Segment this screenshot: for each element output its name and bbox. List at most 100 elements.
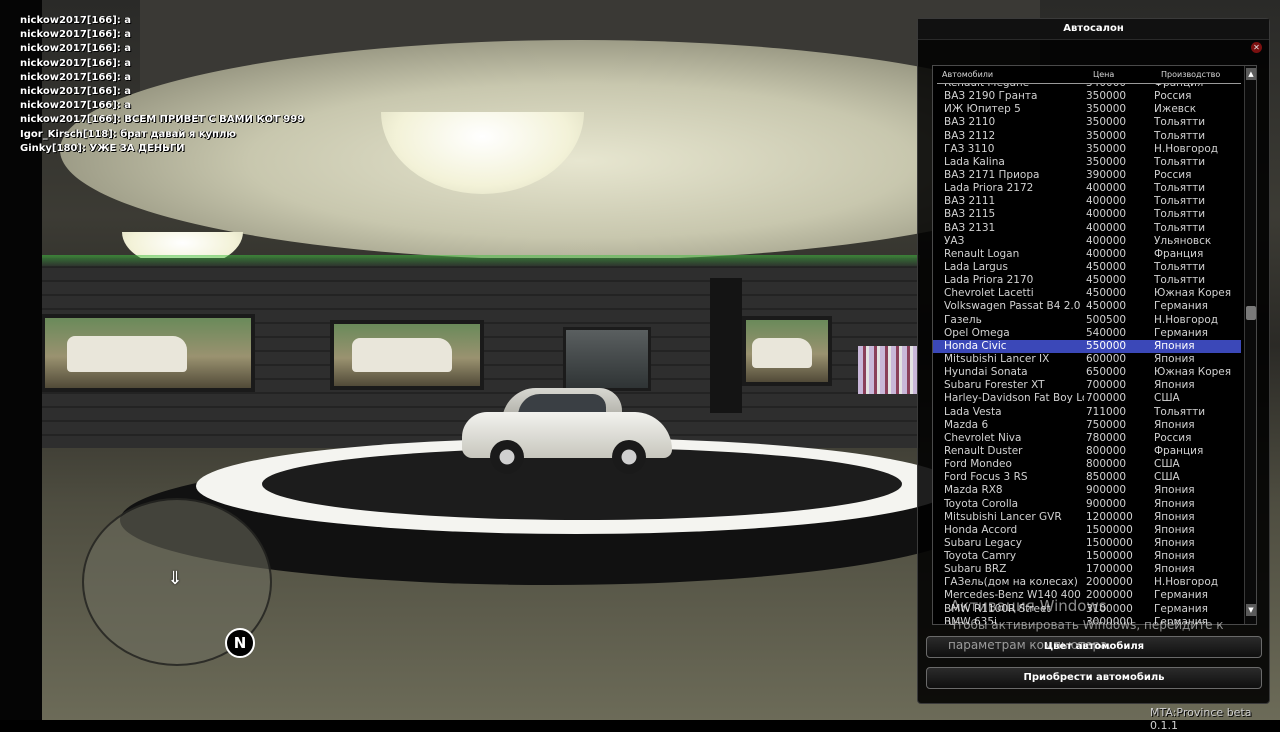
table-row[interactable]: Lada Priora 2172 400000 Тольятти [933,182,1241,195]
car-poster [330,320,484,390]
table-row[interactable]: ВАЗ 2115 400000 Тольятти [933,208,1241,221]
car-name-cell: Volkswagen Passat B4 2.0 [944,300,1081,313]
car-name-cell: Lada Largus [944,260,1008,273]
buy-car-button[interactable]: Приобрести автомобиль [926,667,1262,689]
car-made-cell: Ульяновск [1154,234,1212,247]
table-row[interactable]: Honda Civic 550000 Япония [933,339,1241,353]
car-name-cell: ВАЗ 2131 [944,221,996,234]
table-row[interactable]: Harley-Davidson Fat Boy Lo 700000 США [933,392,1241,405]
table-row[interactable]: ИЖ Юпитер 5 350000 Ижевск [933,103,1241,116]
car-price-cell: 711000 [1086,405,1127,418]
car-price-cell: 350000 [1086,116,1127,129]
car-price-cell: 1500000 [1086,550,1133,563]
table-row[interactable]: Lada Largus 450000 Тольятти [933,261,1241,274]
column-header-price[interactable]: Цена [1093,70,1114,79]
pillar [710,278,742,413]
table-row[interactable]: ВАЗ 2112 350000 Тольятти [933,130,1241,143]
table-row[interactable]: Volkswagen Passat B4 2.0 450000 Германия [933,300,1241,313]
table-row[interactable]: Opel Omega 540000 Германия [933,327,1241,340]
chat-message: Ginky[180]: УЖЕ ЗА ДЕНЬГИ [20,142,185,154]
table-row[interactable]: Chevrolet Lacetti 450000 Южная Корея [933,287,1241,300]
car-name-cell: Lada Priora 2172 [944,182,1034,195]
displayed-car [462,386,672,476]
chat-message: nickow2017[166]: a [20,29,132,41]
chat-message: nickow2017[166]: a [20,57,132,69]
car-name-cell: ВАЗ 2190 Гранта [944,90,1038,103]
scroll-thumb[interactable] [1246,306,1256,320]
chat-message: nickow2017[166]: a [20,43,132,55]
column-header-cars[interactable]: Автомобили [942,70,993,79]
table-row[interactable]: Subaru Legacy 1500000 Япония [933,537,1241,550]
table-row[interactable]: Hyundai Sonata 650000 Южная Корея [933,366,1241,379]
car-made-cell: Тольятти [1154,221,1206,234]
window-title: Автосалон [918,19,1269,40]
car-made-cell: Япония [1154,418,1195,431]
grid-header: Автомобили Цена Производство [933,66,1241,84]
table-row[interactable]: ВАЗ 2111 400000 Тольятти [933,195,1241,208]
table-row[interactable]: Mitsubishi Lancer IX 600000 Япония [933,353,1241,366]
car-name-cell: Renault Duster [944,444,1023,457]
car-price-cell: 2000000 [1086,576,1133,589]
car-name-cell: Lada Priora 2170 [944,274,1034,287]
table-row[interactable]: Subaru BRZ 1700000 Япония [933,563,1241,576]
table-row[interactable]: Ford Mondeo 800000 США [933,458,1241,471]
car-price-cell: 1500000 [1086,523,1133,536]
car-name-cell: Subaru Forester XT [944,379,1045,392]
car-made-cell: Тольятти [1154,208,1206,221]
table-row[interactable]: Toyota Corolla 900000 Япония [933,498,1241,511]
chat-message: Igor_Kirsch[118]: брат давай я куплю [20,128,237,140]
table-row[interactable]: Subaru Forester XT 700000 Япония [933,379,1241,392]
scroll-up-icon[interactable]: ▲ [1246,68,1256,80]
car-name-cell: Mazda 6 [944,418,989,431]
car-name-cell: ГАЗель(дом на колесах) [944,576,1078,589]
grid-scrollbar[interactable]: ▲ ▼ [1244,66,1256,624]
scroll-down-icon[interactable]: ▼ [1246,604,1256,616]
car-price-cell: 1500000 [1086,536,1133,549]
table-row[interactable]: Renault Logan 400000 Франция [933,248,1241,261]
car-name-cell: Chevrolet Lacetti [944,287,1034,300]
windows-activation-title: Активация Windows [950,597,1107,615]
car-name-cell: Lada Kalina [944,155,1005,168]
car-price-cell: 700000 [1086,392,1127,405]
table-row[interactable]: Ford Focus 3 RS 850000 США [933,471,1241,484]
table-row[interactable]: Mitsubishi Lancer GVR 1200000 Япония [933,511,1241,524]
table-row[interactable]: Chevrolet Niva 780000 Россия [933,432,1241,445]
table-row[interactable]: ВАЗ 2110 350000 Тольятти [933,116,1241,129]
table-row[interactable]: Газель 500500 Н.Новгород [933,314,1241,327]
table-row[interactable]: Lada Priora 2170 450000 Тольятти [933,274,1241,287]
car-price-cell: 350000 [1086,103,1127,116]
chat-message: nickow2017[166]: a [20,71,132,83]
car-price-cell: 600000 [1086,352,1127,365]
car-price-cell: 780000 [1086,431,1127,444]
table-row[interactable]: Lada Kalina 350000 Тольятти [933,156,1241,169]
table-row[interactable]: Lada Vesta 711000 Тольятти [933,406,1241,419]
car-name-cell: Subaru Legacy [944,536,1022,549]
table-row[interactable]: Honda Accord 1500000 Япония [933,524,1241,537]
car-price-cell: 450000 [1086,287,1127,300]
car-made-cell: Тольятти [1154,260,1206,273]
car-name-cell: ГАЗ 3110 [944,142,995,155]
table-row[interactable]: Mazda RX8 900000 Япония [933,484,1241,497]
car-list-grid[interactable]: Автомобили Цена Производство Renault Meg… [932,65,1257,625]
table-row[interactable]: Renault Duster 800000 Франция [933,445,1241,458]
column-header-made[interactable]: Производство [1161,70,1220,79]
table-row[interactable]: ВАЗ 2171 Приора 390000 Россия [933,169,1241,182]
car-made-cell: Н.Новгород [1154,576,1219,589]
car-name-cell: Ford Focus 3 RS [944,471,1028,484]
car-made-cell: Южная Корея [1154,287,1232,300]
car-made-cell: Южная Корея [1154,366,1232,379]
table-row[interactable]: Toyota Camry 1500000 Япония [933,550,1241,563]
car-made-cell: Япония [1154,563,1195,576]
table-row[interactable]: ВАЗ 2131 400000 Тольятти [933,222,1241,235]
car-made-cell: Франция [1154,444,1204,457]
table-row[interactable]: УАЗ 400000 Ульяновск [933,235,1241,248]
table-row[interactable]: ГАЗель(дом на колесах) 2000000 Н.Новгород [933,576,1241,589]
table-row[interactable]: Mazda 6 750000 Япония [933,419,1241,432]
car-name-cell: Opel Omega [944,326,1010,339]
car-made-cell: Тольятти [1154,274,1206,287]
car-name-cell: ВАЗ 2171 Приора [944,168,1040,181]
close-icon[interactable]: ✕ [1251,42,1262,53]
car-made-cell: Германия [1154,326,1208,339]
table-row[interactable]: ГАЗ 3110 350000 Н.Новгород [933,143,1241,156]
table-row[interactable]: ВАЗ 2190 Гранта 350000 Россия [933,90,1241,103]
